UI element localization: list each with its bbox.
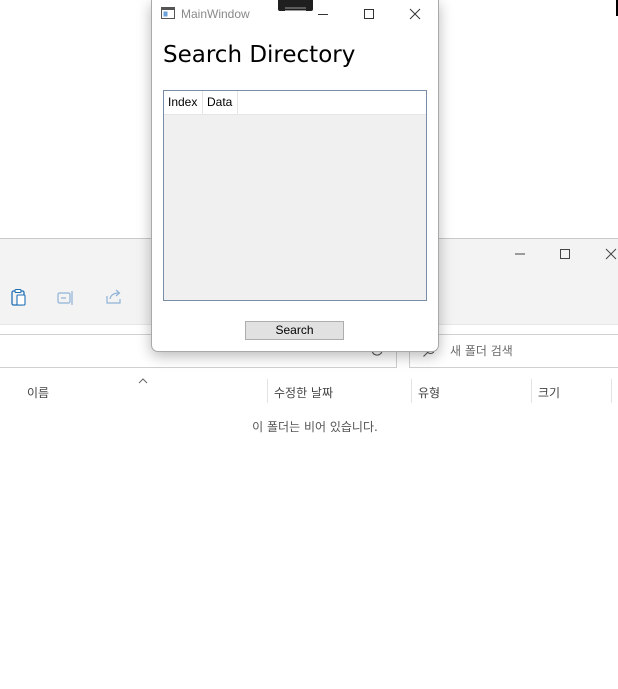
search-button[interactable]: Search (245, 321, 344, 340)
column-divider[interactable] (411, 379, 412, 403)
title-bar[interactable]: MainWindow (152, 0, 438, 28)
app-icon (161, 7, 175, 19)
paste-button[interactable] (9, 288, 29, 312)
list-header: Index Data (164, 91, 426, 115)
maximize-button[interactable] (346, 0, 392, 28)
empty-folder-message: 이 폴더는 비어 있습니다. (252, 420, 378, 434)
explorer-search-box[interactable]: 새 폴더 검색 (409, 334, 618, 368)
search-placeholder: 새 폴더 검색 (450, 344, 513, 358)
minimize-button[interactable] (300, 0, 346, 28)
column-name[interactable]: 이름 (27, 384, 49, 401)
column-divider[interactable] (267, 379, 268, 403)
close-icon (605, 248, 617, 260)
window-title: MainWindow (181, 7, 250, 21)
column-type[interactable]: 유형 (418, 384, 440, 401)
paste-icon (11, 288, 26, 306)
column-date-modified[interactable]: 수정한 날짜 (274, 384, 333, 401)
minimize-icon (515, 253, 525, 255)
rename-icon (57, 291, 73, 305)
explorer-minimize-button[interactable] (497, 239, 543, 269)
list-column-index[interactable]: Index (164, 91, 203, 114)
maximize-icon (364, 9, 374, 19)
main-window: MainWindow Search Directory Index Data S… (151, 0, 439, 352)
column-header-row: 이름 수정한 날짜 유형 크기 (0, 377, 618, 405)
minimize-icon (318, 14, 328, 15)
close-icon (409, 8, 421, 20)
sort-up-icon (138, 378, 148, 384)
page-title: Search Directory (163, 42, 356, 68)
column-divider[interactable] (531, 379, 532, 403)
results-list[interactable]: Index Data (163, 90, 427, 301)
maximize-icon (560, 249, 570, 259)
explorer-maximize-button[interactable] (542, 239, 588, 269)
share-icon (106, 289, 121, 304)
column-divider[interactable] (611, 379, 612, 403)
close-button[interactable] (392, 0, 438, 28)
share-button[interactable] (104, 287, 124, 311)
rename-button[interactable] (56, 288, 76, 312)
list-column-data[interactable]: Data (203, 91, 238, 114)
explorer-close-button[interactable] (588, 239, 618, 269)
column-size[interactable]: 크기 (538, 384, 560, 401)
